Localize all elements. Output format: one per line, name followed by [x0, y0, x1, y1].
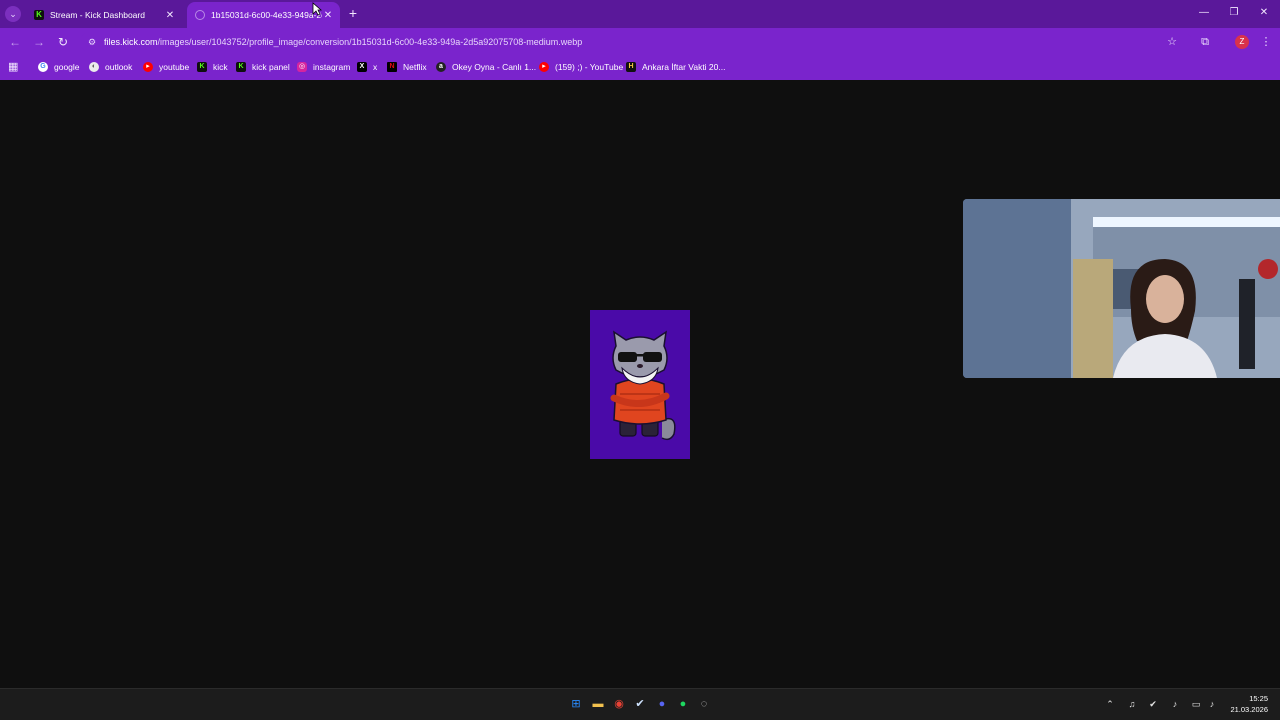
close-tab-icon[interactable]: ✕	[164, 10, 176, 21]
bookmark-label: Okey Oyna - Canlı 1...	[452, 62, 537, 72]
bookmark-label: x	[373, 62, 378, 72]
instagram-icon: ◎	[297, 62, 307, 72]
file-explorer-icon[interactable]: ▬	[591, 697, 605, 711]
reload-icon[interactable]: ↻	[56, 35, 70, 49]
x-icon: X	[357, 62, 367, 72]
outlook-icon: ◐	[89, 62, 99, 72]
restore-icon[interactable]: ❐	[1225, 6, 1243, 20]
bookmark-instagram[interactable]: ◎ instagram	[297, 60, 350, 74]
bookmark-star-icon[interactable]: ☆	[1165, 35, 1179, 49]
mouse-cursor-icon	[312, 2, 322, 16]
bookmark-x[interactable]: X x	[357, 60, 377, 74]
bookmark-outlook[interactable]: ◐ outlook	[89, 60, 132, 74]
steam-tray-icon[interactable]: ✔	[1147, 698, 1159, 710]
windows-start-icon[interactable]: ⊞	[569, 697, 583, 711]
chrome-icon[interactable]: ◉	[612, 697, 626, 711]
kick-icon: K	[34, 10, 44, 20]
kick-icon: K	[236, 62, 246, 72]
ankara-icon: H	[626, 62, 636, 72]
tab-search-chevron-icon[interactable]: ⌄	[5, 6, 21, 22]
tray-overflow-chevron-icon[interactable]: ⌃	[1104, 698, 1116, 710]
bookmark-google[interactable]: G google	[38, 60, 80, 74]
new-tab-button[interactable]: +	[346, 6, 360, 20]
discord-icon[interactable]: ●	[655, 697, 669, 711]
url-path: /images/user/1043752/profile_image/conve…	[157, 37, 583, 47]
menu-kebab-icon[interactable]: ⋮	[1259, 35, 1273, 49]
bookmark-label: Ankara İftar Vakti 20...	[642, 62, 726, 72]
window-close-icon[interactable]: ✕	[1255, 6, 1273, 20]
bookmark-label: kick panel	[252, 62, 290, 72]
youtube-icon: ▸	[143, 62, 153, 72]
bookmark-netflix[interactable]: N Netflix	[387, 60, 427, 74]
bookmark-okey[interactable]: a Okey Oyna - Canlı 1...	[436, 60, 536, 74]
clock-time: 15:25	[1249, 694, 1268, 703]
image-icon	[195, 10, 205, 20]
microphone-icon[interactable]: ♪	[1169, 698, 1181, 710]
bookmark-label: Netflix	[403, 62, 427, 72]
cat-mascot-illustration	[610, 330, 676, 441]
clock-date: 21.03.2026	[1230, 705, 1268, 714]
volume-icon[interactable]: ♪	[1206, 698, 1218, 710]
clock[interactable]: 15:25 21.03.2026	[1224, 693, 1268, 715]
bookmark-label: kick	[213, 62, 228, 72]
tab-stream-kick-dashboard[interactable]: K Stream - Kick Dashboard ✕	[26, 2, 182, 28]
bookmark-ankara-iftar[interactable]: H Ankara İftar Vakti 20...	[626, 60, 725, 74]
profile-image	[590, 310, 690, 459]
bookmark-label: outlook	[105, 62, 133, 72]
bookmark-label: google	[54, 62, 80, 72]
google-icon: G	[38, 62, 48, 72]
site-info-icon[interactable]: ⚙	[86, 36, 98, 48]
url-host: files.kick.com	[104, 37, 158, 47]
youtube-icon: ▸	[539, 62, 549, 72]
minimize-icon[interactable]: —	[1195, 6, 1213, 20]
close-tab-icon[interactable]: ✕	[322, 10, 334, 21]
webcam-feed-image	[963, 199, 1280, 378]
tab-title: Stream - Kick Dashboard	[50, 10, 145, 20]
webcam-overlay	[963, 199, 1280, 378]
bookmark-kick-panel[interactable]: K kick panel	[236, 60, 290, 74]
kick-icon: K	[197, 62, 207, 72]
bookmark-kick[interactable]: K kick	[197, 60, 228, 74]
steam-icon[interactable]: ✔	[633, 697, 647, 711]
bookmark-label: youtube	[159, 62, 190, 72]
bookmark-youtube-159[interactable]: ▸ (159) ;) - YouTube	[539, 60, 623, 74]
back-icon[interactable]: ←	[8, 35, 22, 49]
network-icon[interactable]: ▭	[1190, 698, 1202, 710]
tab-title: 1b15031d-6c00-4e33-949a-2c	[211, 10, 322, 20]
profile-avatar[interactable]: Z	[1235, 35, 1249, 49]
forward-icon[interactable]: →	[32, 35, 46, 49]
extensions-icon[interactable]: ⧉	[1198, 35, 1212, 49]
spotify-icon[interactable]: ●	[676, 697, 690, 711]
netflix-icon: N	[387, 62, 397, 72]
app-icon[interactable]: ◌	[697, 697, 711, 711]
bookmark-youtube[interactable]: ▸ youtube	[143, 60, 189, 74]
headset-icon[interactable]: ♫	[1126, 698, 1138, 710]
apps-grid-icon[interactable]: ▦	[8, 61, 20, 73]
url-text[interactable]: files.kick.com/images/user/1043752/profi…	[104, 36, 582, 48]
bookmark-label: instagram	[313, 62, 351, 72]
bookmark-label: (159) ;) - YouTube	[555, 62, 624, 72]
okey-icon: a	[436, 62, 446, 72]
